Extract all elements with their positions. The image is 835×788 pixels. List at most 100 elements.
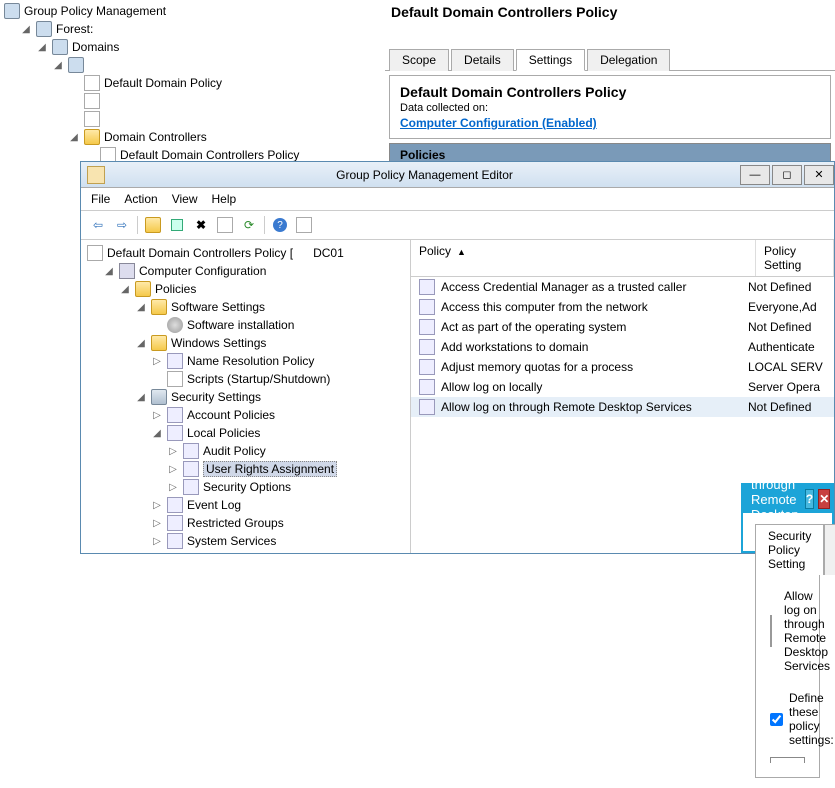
tab-details[interactable]: Details (451, 49, 514, 71)
maximize-button[interactable]: ◻ (772, 165, 802, 185)
gpm-tree-item[interactable]: ◢ (4, 56, 381, 74)
tree-label: Software Settings (171, 300, 265, 314)
arrow-left-icon: ⇦ (93, 218, 103, 232)
editor-tree-item[interactable]: ◢Policies (87, 280, 404, 298)
gpm-tree-item[interactable] (4, 92, 381, 110)
expand-icon[interactable]: ◢ (119, 284, 131, 295)
tree-label: Restricted Groups (187, 516, 284, 530)
editor-tree-item[interactable]: ◢ Windows Settings (87, 334, 404, 352)
policy-setting: Authenticate (748, 340, 826, 354)
editor-tree-item[interactable]: ▷ Name Resolution Policy (87, 352, 404, 370)
expand-icon[interactable]: ▷ (151, 500, 163, 511)
menu-view[interactable]: View (172, 192, 198, 206)
expand-icon[interactable]: ◢ (135, 302, 147, 313)
props-tab-security-policy-setting[interactable]: Security Policy Setting (755, 524, 824, 575)
expand-icon[interactable]: ▷ (167, 482, 179, 493)
editor-tree-item[interactable]: ▷Account Policies (87, 406, 404, 424)
editor-tree-item[interactable]: ◢ Software Settings (87, 298, 404, 316)
folder-icon (135, 281, 151, 297)
expand-icon[interactable]: ▷ (167, 446, 179, 457)
delete-button[interactable]: ✖ (190, 214, 212, 236)
editor-tree-item[interactable]: ▷ System Services (87, 532, 404, 550)
expand-icon[interactable]: ▷ (151, 536, 163, 547)
forward-button[interactable]: ⇨ (111, 214, 133, 236)
define-settings-checkbox[interactable] (770, 713, 783, 726)
sort-asc-icon: ▲ (457, 247, 466, 257)
policy-row[interactable]: Adjust memory quotas for a processLOCAL … (411, 357, 834, 377)
policy-row[interactable]: Access this computer from the networkEve… (411, 297, 834, 317)
tree-label: Domain Controllers (104, 130, 207, 144)
column-policy[interactable]: Policy▲ (411, 240, 756, 276)
column-setting[interactable]: Policy Setting (756, 240, 834, 276)
minimize-button[interactable]: — (740, 165, 770, 185)
computer-config-link[interactable]: Computer Configuration (Enabled) (400, 116, 597, 130)
editor-tree-item[interactable]: Scripts (Startup/Shutdown) (87, 370, 404, 388)
policy-icon (87, 245, 103, 261)
refresh-icon: ⟳ (244, 218, 254, 232)
expand-icon[interactable]: ▷ (151, 410, 163, 421)
properties-button[interactable] (214, 214, 236, 236)
editor-tree-item[interactable]: ◢Local Policies (87, 424, 404, 442)
policy-row[interactable]: Access Credential Manager as a trusted c… (411, 277, 834, 297)
expand-icon[interactable]: ▷ (151, 518, 163, 529)
menu-help[interactable]: Help (212, 192, 237, 206)
props-heading: Allow log on through Remote Desktop Serv… (784, 589, 830, 673)
scroll-icon (84, 75, 100, 91)
expand-icon[interactable]: ◢ (36, 42, 48, 53)
dialog-close-button[interactable]: ✕ (818, 489, 830, 509)
expand-icon[interactable]: ◢ (103, 266, 115, 277)
editor-tree-item[interactable]: Software installation (87, 316, 404, 334)
expand-icon[interactable]: ◢ (68, 132, 80, 143)
policy-row[interactable]: Act as part of the operating systemNot D… (411, 317, 834, 337)
props-panel: Allow log on through Remote Desktop Serv… (755, 574, 820, 778)
gpm-tree-item[interactable]: ◢Domains (4, 38, 381, 56)
tree-label: System Services (187, 534, 276, 548)
up-button[interactable] (142, 214, 164, 236)
expand-icon[interactable]: ◢ (20, 24, 32, 35)
show-hide-button[interactable] (166, 214, 188, 236)
close-button[interactable]: ✕ (804, 165, 834, 185)
tab-settings[interactable]: Settings (516, 49, 585, 71)
props-tab-explain[interactable]: Explain (824, 524, 835, 575)
tree-label: Default Domain Controllers Policy (120, 148, 299, 162)
gpm-tree-item[interactable]: ◢ Domain Controllers (4, 128, 381, 146)
editor-tree-item[interactable]: ▷Audit Policy (87, 442, 404, 460)
tree-label: Security Settings (171, 390, 261, 404)
policy-row[interactable]: Add workstations to domainAuthenticate (411, 337, 834, 357)
expand-icon[interactable]: ◢ (52, 60, 64, 71)
properties-dialog: Allow log on through Remote Desktop Serv… (741, 483, 834, 553)
domain-icon (36, 21, 52, 37)
editor-tree-item[interactable]: ◢Computer Configuration (87, 262, 404, 280)
back-button[interactable]: ⇦ (87, 214, 109, 236)
tree-label: Name Resolution Policy (187, 354, 314, 368)
policy-row[interactable]: Allow log on through Remote Desktop Serv… (411, 397, 834, 417)
scroll-icon (167, 371, 183, 387)
expand-icon[interactable]: ▷ (167, 464, 179, 475)
gpm-tree-item[interactable] (4, 110, 381, 128)
policy-row[interactable]: Allow log on locallyServer Opera (411, 377, 834, 397)
expand-icon[interactable]: ◢ (151, 428, 163, 439)
gpm-tree-item[interactable]: Default Domain Policy (4, 74, 381, 92)
expand-icon[interactable]: ▷ (151, 356, 163, 367)
gpm-detail-pane: Default Domain Controllers Policy ScopeD… (385, 0, 835, 165)
menu-file[interactable]: File (91, 192, 110, 206)
refresh-button[interactable]: ⟳ (238, 214, 260, 236)
gpm-tree-item[interactable]: ◢Forest: (4, 20, 381, 38)
editor-tree-item[interactable]: ▷ Restricted Groups (87, 514, 404, 532)
export-button[interactable] (293, 214, 315, 236)
tab-delegation[interactable]: Delegation (587, 49, 670, 71)
tab-scope[interactable]: Scope (389, 49, 449, 71)
editor-root-node[interactable]: Default Domain Controllers Policy [ DC01 (87, 244, 404, 262)
policy-name: Allow log on through Remote Desktop Serv… (441, 400, 742, 414)
menu-action[interactable]: Action (124, 192, 157, 206)
editor-tree-item[interactable]: ▷Security Options (87, 478, 404, 496)
editor-tree-item[interactable]: ▷Event Log (87, 496, 404, 514)
editor-tree-item[interactable]: ▷User Rights Assignment (87, 460, 404, 478)
expand-icon[interactable]: ◢ (135, 338, 147, 349)
help-button[interactable]: ? (269, 214, 291, 236)
dialog-help-button[interactable]: ? (805, 489, 814, 509)
tree-label: Windows Settings (171, 336, 266, 350)
policy-icon (183, 479, 199, 495)
expand-icon[interactable]: ◢ (135, 392, 147, 403)
editor-tree-item[interactable]: ◢ Security Settings (87, 388, 404, 406)
